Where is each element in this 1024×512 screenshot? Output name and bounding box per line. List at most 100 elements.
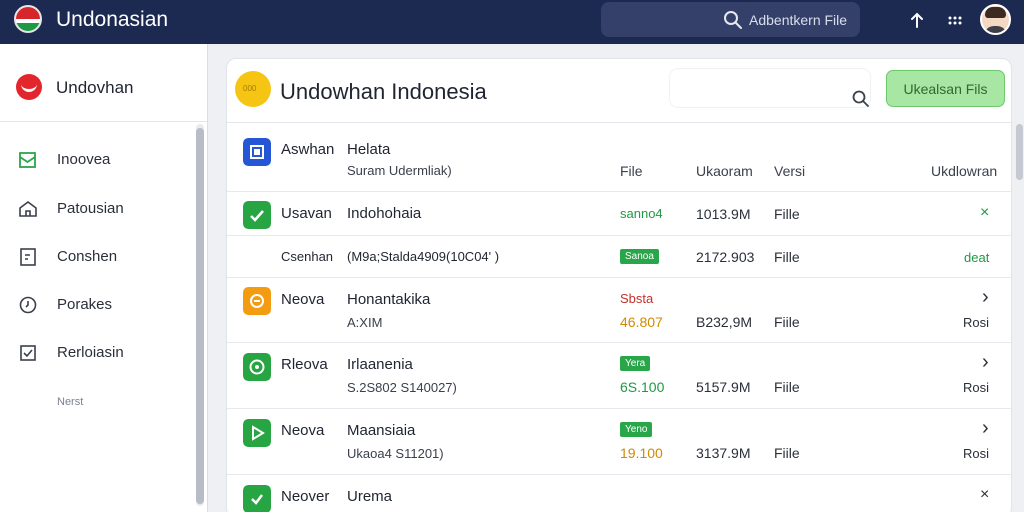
row-desc: (M9a;Stalda4909(10C04' ) xyxy=(347,249,500,264)
global-search[interactable] xyxy=(601,2,860,37)
row-sub: S.2S802 S140027) xyxy=(347,380,457,395)
panel-scrollbar-thumb[interactable] xyxy=(1016,124,1023,180)
row-close-action[interactable]: × xyxy=(980,486,989,504)
column-header-version: Versi xyxy=(774,163,806,179)
search-icon[interactable] xyxy=(852,90,870,108)
column-header-file: File xyxy=(620,163,643,179)
flag-logo-icon xyxy=(14,5,42,33)
row-status-value: 6S.100 xyxy=(620,379,665,395)
row-name: Neova xyxy=(281,291,325,308)
row-desc: Urema xyxy=(347,488,393,505)
check-file-icon xyxy=(243,485,271,512)
sidebar-item-label: Conshen xyxy=(57,248,118,265)
column-header-size: Ukaoram xyxy=(696,163,753,179)
sidebar-footer: Nerst xyxy=(57,396,84,408)
table-header-row: Aswhan Helata Suram Udermliak) File Ukao… xyxy=(227,123,1011,192)
sidebar-item-inoovea[interactable]: Inoovea xyxy=(0,142,195,178)
sidebar-item-rerloiasin[interactable]: Rerloiasin xyxy=(0,335,195,371)
row-close-action[interactable]: × xyxy=(980,204,989,222)
row-action-label[interactable]: Rosi xyxy=(963,380,989,395)
sidebar-item-label: Inoovea xyxy=(57,151,111,168)
sidebar-item-conshen[interactable]: Conshen xyxy=(0,239,195,275)
sidebar-header: Undovhan xyxy=(0,44,207,122)
column-header-download: Ukdlowran xyxy=(931,163,998,179)
sidebar-title: Undovhan xyxy=(56,78,134,97)
panel-search[interactable] xyxy=(670,69,870,107)
row-action-label[interactable]: Rosi xyxy=(963,446,989,461)
app-brand: Undonasian xyxy=(56,8,169,31)
table-row[interactable]: Neova Honantakika A:XIM Sbsta 46.807 B23… xyxy=(227,278,1011,343)
search-icon xyxy=(724,11,742,29)
row-size: 2172.903 xyxy=(696,249,755,265)
tag-file-icon xyxy=(243,287,271,315)
sidebar-item-porakes[interactable]: Porakes xyxy=(0,287,195,323)
play-file-icon xyxy=(243,419,271,447)
row-status: sanno4 xyxy=(620,206,663,221)
row-status-badge: Yeno xyxy=(620,422,653,437)
sidebar-item-label: Patousian xyxy=(57,200,124,217)
table-row[interactable]: Rleova Irlaanenia S.2S802 S140027) Yera … xyxy=(227,343,1011,409)
clock-icon xyxy=(19,296,37,314)
row-status-badge: Yera xyxy=(620,356,651,371)
file-panel: 000 Undowhan Indonesia Ukealsan Fils Asw… xyxy=(226,58,1012,512)
table-row[interactable]: Neova Maansiaia Ukaoa4 S11201) Yeno 19.1… xyxy=(227,409,1011,475)
upload-file-button[interactable]: Ukealsan Fils xyxy=(886,70,1005,107)
row-size: 5157.9M xyxy=(696,379,751,395)
column-header-desc-sub: Suram Udermliak) xyxy=(347,163,452,178)
row-name: Rleova xyxy=(281,356,328,373)
sidebar-scrollbar-thumb[interactable] xyxy=(196,128,204,504)
panel-logo-icon: 000 xyxy=(235,71,271,107)
sidebar-item-label: Porakes xyxy=(57,296,113,313)
row-chevron-action[interactable]: › xyxy=(982,417,989,440)
more-icon[interactable] xyxy=(944,9,966,31)
column-header-desc: Helata xyxy=(347,141,391,158)
row-download-action[interactable]: deat xyxy=(964,250,989,265)
file-blue-icon xyxy=(243,138,271,166)
sidebar-item-patousian[interactable]: Patousian xyxy=(0,191,195,227)
panel-header: 000 Undowhan Indonesia Ukealsan Fils xyxy=(227,59,1011,123)
row-status: Sbsta xyxy=(620,291,654,306)
row-desc: Maansiaia xyxy=(347,422,416,439)
sidebar-item-label: Rerloiasin xyxy=(57,344,124,361)
inbox-icon xyxy=(19,152,36,168)
row-sub: Ukaoa4 S11201) xyxy=(347,446,444,461)
row-desc: Honantakika xyxy=(347,291,431,308)
sidebar: Undovhan Inoovea Patousian Conshen Porak… xyxy=(0,44,208,512)
row-type: Fiile xyxy=(774,379,800,395)
row-size: 3137.9M xyxy=(696,445,751,461)
row-status-value: 46.807 xyxy=(620,314,663,330)
column-header-name: Aswhan xyxy=(281,141,335,158)
table-row[interactable]: Usavan Indohohaia sanno4 1013.9M Fille × xyxy=(227,192,1011,236)
check-file-icon xyxy=(243,201,271,229)
row-desc: Indohohaia xyxy=(347,205,422,222)
target-file-icon xyxy=(243,353,271,381)
row-sub: A:XIM xyxy=(347,315,383,330)
note-icon xyxy=(20,248,36,266)
user-avatar[interactable] xyxy=(980,4,1011,35)
row-type: Fiile xyxy=(774,314,800,330)
row-chevron-action[interactable]: › xyxy=(982,351,989,374)
upload-arrow-icon[interactable] xyxy=(906,9,928,31)
table-row[interactable]: Neover Urema × xyxy=(227,475,1011,512)
row-name: Usavan xyxy=(281,205,332,222)
row-type: Fiile xyxy=(774,445,800,461)
row-desc: Irlaanenia xyxy=(347,356,413,373)
page-title: Undowhan Indonesia xyxy=(280,79,487,104)
row-chevron-action[interactable]: › xyxy=(982,286,989,309)
row-action-label[interactable]: Rosi xyxy=(963,315,989,330)
row-name: Csenhan xyxy=(281,249,334,264)
row-size: 1013.9M xyxy=(696,206,751,222)
row-size: B232,9M xyxy=(696,314,753,330)
row-type: Fille xyxy=(774,206,800,222)
top-bar: Undonasian xyxy=(0,0,1024,44)
sidebar-logo-icon xyxy=(16,74,42,100)
row-status-badge: Sanoa xyxy=(620,249,659,264)
table-row[interactable]: Csenhan (M9a;Stalda4909(10C04' ) Sanoa 2… xyxy=(227,236,1011,278)
checkbox-icon xyxy=(20,345,36,361)
home-icon xyxy=(19,201,37,217)
search-input[interactable] xyxy=(749,9,854,31)
row-name: Neover xyxy=(281,488,330,505)
row-type: Fille xyxy=(774,249,800,265)
row-name: Neova xyxy=(281,422,325,439)
row-status-value: 19.100 xyxy=(620,445,663,461)
